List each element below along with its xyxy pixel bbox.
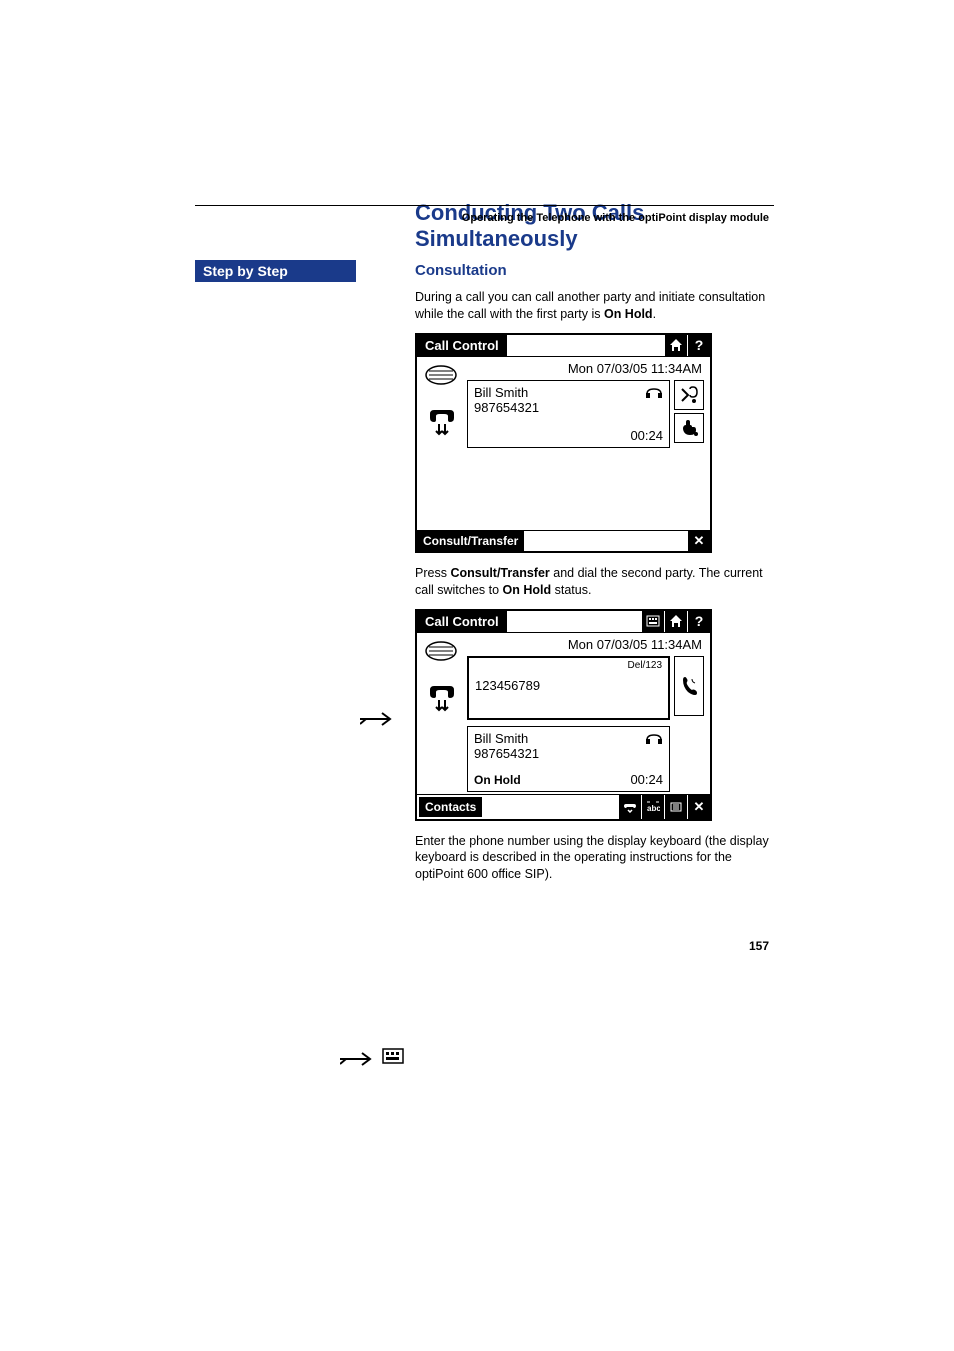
active-call-box: Bill Smith 987654321 00:24 <box>467 380 670 448</box>
call-number: 987654321 <box>474 400 663 415</box>
end-paragraph: Enter the phone number using the display… <box>415 833 769 884</box>
section-title: Conducting Two Calls Simultaneously <box>415 200 769 252</box>
del-123-label: Del/123 <box>628 660 662 671</box>
intro-paragraph: During a call you can call another party… <box>415 289 769 323</box>
help-icon[interactable]: ? <box>687 335 710 356</box>
handset-hold-icon <box>426 406 456 438</box>
sidebar-step-by-step: Step by Step <box>195 260 356 282</box>
running-header: Operating the Telephone with the optiPoi… <box>462 212 769 224</box>
contacts-button[interactable]: Contacts <box>418 796 483 818</box>
call-name: Bill Smith <box>474 385 663 400</box>
subsection-title: Consultation <box>415 262 769 279</box>
mid-paragraph: Press Consult/Transfer and dial the seco… <box>415 565 769 599</box>
screen-title: Call Control <box>417 335 507 356</box>
help-icon[interactable]: ? <box>687 611 710 632</box>
on-hold-label: On Hold <box>474 773 521 787</box>
text-mode-icon[interactable]: abc <box>641 795 664 819</box>
dial-input-box[interactable]: Del/123 123456789 <box>467 656 670 720</box>
screen-title: Call Control <box>417 611 507 632</box>
handset-down-icon[interactable] <box>618 795 641 819</box>
call-timer: 00:24 <box>630 428 663 443</box>
call-timer: 00:24 <box>630 772 663 787</box>
close-icon[interactable]: ✕ <box>687 795 710 819</box>
hold-hand-icon[interactable] <box>674 413 704 443</box>
datetime: Mon 07/03/05 11:34AM <box>467 637 704 652</box>
handset-hold-icon <box>426 682 456 714</box>
page-number: 157 <box>749 939 769 953</box>
connected-call-icon <box>645 387 663 404</box>
dialed-number: 123456789 <box>475 678 662 693</box>
transfer-right-icon[interactable] <box>674 380 704 410</box>
consult-transfer-button[interactable]: Consult/Transfer <box>417 531 524 551</box>
close-icon[interactable]: ✕ <box>687 531 710 551</box>
home-icon[interactable] <box>664 611 687 632</box>
list-menu-icon[interactable] <box>664 795 687 819</box>
keyboard-icon <box>382 1048 934 1069</box>
keyboard-toggle-icon[interactable] <box>641 611 664 632</box>
datetime: Mon 07/03/05 11:34AM <box>467 361 704 376</box>
call-log-icon <box>424 363 458 392</box>
held-call-box: Bill Smith 987654321 On Hold 00:24 <box>467 726 670 792</box>
dial-call-icon[interactable] <box>674 656 704 716</box>
connected-call-icon <box>645 733 663 750</box>
call-name: Bill Smith <box>474 731 663 746</box>
call-log-icon <box>424 639 458 668</box>
call-number: 987654321 <box>474 746 663 761</box>
phone-screen-1: Call Control ? <box>415 333 712 553</box>
home-icon[interactable] <box>664 335 687 356</box>
svg-text:abc: abc <box>647 804 660 813</box>
